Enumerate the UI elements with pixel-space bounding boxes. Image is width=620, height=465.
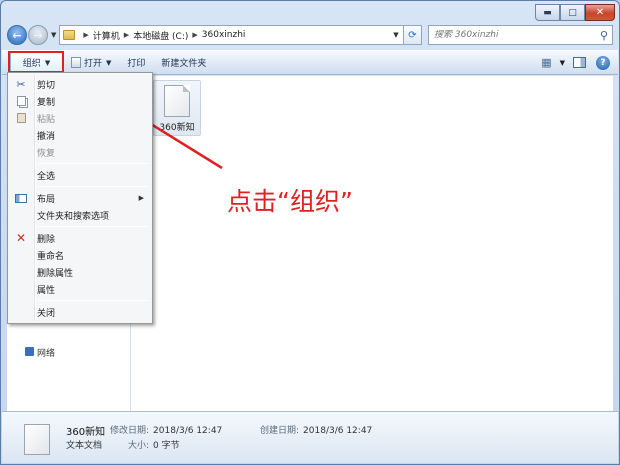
text-document-icon (164, 85, 190, 117)
details-size: 大小: 0 字节 (128, 438, 180, 451)
print-button[interactable]: 打印 (119, 52, 153, 73)
menu-separator (38, 300, 149, 301)
document-icon (71, 57, 81, 68)
details-file-name: 360新知 (66, 427, 106, 438)
nav-item-network[interactable]: 网络 (37, 346, 55, 359)
menu-item-redo[interactable]: 恢复 (10, 144, 150, 160)
copy-icon (10, 96, 32, 106)
menu-separator (38, 163, 149, 164)
maximize-button[interactable]: □ (560, 4, 585, 21)
view-dropdown-icon[interactable]: ▼ (560, 59, 565, 67)
menu-item-remove-properties[interactable]: 删除属性 (10, 264, 150, 280)
change-view-icon[interactable]: ▦ (537, 56, 555, 69)
open-label: 打开 (84, 59, 103, 69)
menu-item-label: 复制 (37, 97, 56, 108)
menu-item-label: 删除属性 (37, 268, 74, 279)
details-modified-key: 修改日期: (110, 426, 150, 436)
refresh-button[interactable]: ⟳ (404, 25, 422, 45)
preview-pane-icon[interactable] (573, 57, 586, 68)
print-label: 打印 (127, 59, 146, 69)
layout-icon (10, 193, 32, 203)
forward-arrow-icon: → (33, 28, 43, 42)
new-folder-label: 新建文件夹 (161, 59, 207, 69)
details-file-type: 文本文档 (66, 441, 103, 451)
file-name: 360新知 (159, 123, 195, 133)
recent-pages-dropdown-icon[interactable]: ▼ (51, 31, 56, 39)
toolbar-right-group: ▦ ▼ ? (537, 55, 618, 70)
menu-item-select-all[interactable]: 全选 (10, 167, 150, 183)
minimize-button[interactable]: ▬ (535, 4, 560, 21)
forward-button[interactable]: → (28, 25, 48, 45)
network-icon (25, 347, 34, 356)
caption-buttons: ▬ □ ✕ (535, 4, 615, 21)
details-created-key: 创建日期: (260, 426, 300, 436)
back-button[interactable]: ← (7, 25, 27, 45)
menu-item-label: 全选 (37, 171, 56, 182)
annotation-text: 点击“组织” (227, 187, 353, 216)
open-button[interactable]: 打开 ▼ (63, 52, 119, 73)
menu-item-properties[interactable]: 属性 (10, 281, 150, 297)
submenu-arrow-icon: ▶ (138, 194, 144, 202)
help-icon[interactable]: ? (596, 55, 610, 70)
search-icon[interactable]: ⚲ (596, 29, 612, 42)
address-bar[interactable]: ▶ 计算机 ▶ 本地磁盘 (C:) ▶ 360xinzhi ▼ (59, 25, 404, 45)
new-folder-button[interactable]: 新建文件夹 (153, 52, 214, 73)
details-created: 创建日期: 2018/3/6 12:47 (260, 423, 372, 436)
menu-separator (38, 226, 149, 227)
details-created-value: 2018/3/6 12:47 (303, 426, 373, 436)
details-size-value: 0 字节 (153, 441, 180, 451)
menu-item-label: 重命名 (37, 251, 65, 262)
menu-item-cut[interactable]: ✂ 剪切 (10, 76, 150, 92)
menu-item-label: 恢复 (37, 148, 56, 159)
menu-item-close[interactable]: 关闭 (10, 304, 150, 320)
menu-item-copy[interactable]: 复制 (10, 93, 150, 109)
back-arrow-icon: ← (12, 28, 22, 42)
menu-item-label: 属性 (37, 285, 56, 296)
details-modified-value: 2018/3/6 12:47 (153, 426, 223, 436)
details-modified: 修改日期: 2018/3/6 12:47 (110, 423, 222, 436)
paste-icon (10, 113, 32, 123)
chevron-right-icon[interactable]: ▶ (192, 31, 197, 39)
text-document-icon (24, 424, 50, 455)
menu-item-label: 布局 (37, 194, 56, 205)
menu-item-label: 删除 (37, 234, 56, 245)
search-box[interactable]: ⚲ (428, 25, 613, 45)
menu-item-label: 文件夹和搜索选项 (37, 211, 110, 222)
delete-icon: ✕ (15, 231, 27, 245)
address-dropdown-icon[interactable]: ▼ (389, 31, 403, 39)
menu-item-folder-options[interactable]: 文件夹和搜索选项 (10, 207, 150, 223)
breadcrumb-current-folder[interactable]: 360xinzhi (202, 30, 246, 40)
menu-item-layout[interactable]: 布局 ▶ (10, 190, 150, 206)
search-input[interactable] (434, 30, 596, 40)
refresh-icon: ⟳ (408, 29, 417, 41)
scissors-icon: ✂ (16, 77, 26, 91)
menu-item-delete[interactable]: ✕ 删除 (10, 230, 150, 246)
menu-item-rename[interactable]: 重命名 (10, 247, 150, 263)
caret-down-icon: ▼ (106, 58, 112, 67)
details-pane: 360新知 文本文档 修改日期: 2018/3/6 12:47 创建日期: 2018… (2, 411, 618, 463)
menu-item-label: 剪切 (37, 80, 56, 91)
file-item[interactable]: 360新知 (153, 80, 201, 136)
details-size-key: 大小: (128, 441, 150, 451)
organize-menu: ✂ 剪切 复制 粘贴 撤消 恢复 全选 布局 ▶ 文件夹和搜索选项 ✕ 删除 重… (7, 72, 153, 324)
close-button[interactable]: ✕ (585, 4, 615, 21)
menu-item-undo[interactable]: 撤消 (10, 127, 150, 143)
menu-item-label: 撤消 (37, 131, 56, 142)
navigation-row: ← → ▼ ▶ 计算机 ▶ 本地磁盘 (C:) ▶ 360xinzhi ▼ ⟳ … (7, 24, 613, 46)
menu-item-label: 粘贴 (37, 114, 56, 125)
file-list-pane: 360新知 (131, 76, 613, 413)
breadcrumb-local-disk[interactable]: 本地磁盘 (C:) (133, 29, 188, 42)
menu-item-label: 关闭 (37, 308, 56, 319)
menu-item-paste[interactable]: 粘贴 (10, 110, 150, 126)
chevron-right-icon[interactable]: ▶ (83, 31, 88, 39)
organize-highlight-box (8, 51, 64, 73)
folder-icon (63, 30, 76, 40)
chevron-right-icon[interactable]: ▶ (124, 31, 129, 39)
breadcrumb-computer[interactable]: 计算机 (93, 29, 120, 42)
menu-separator (38, 186, 149, 187)
